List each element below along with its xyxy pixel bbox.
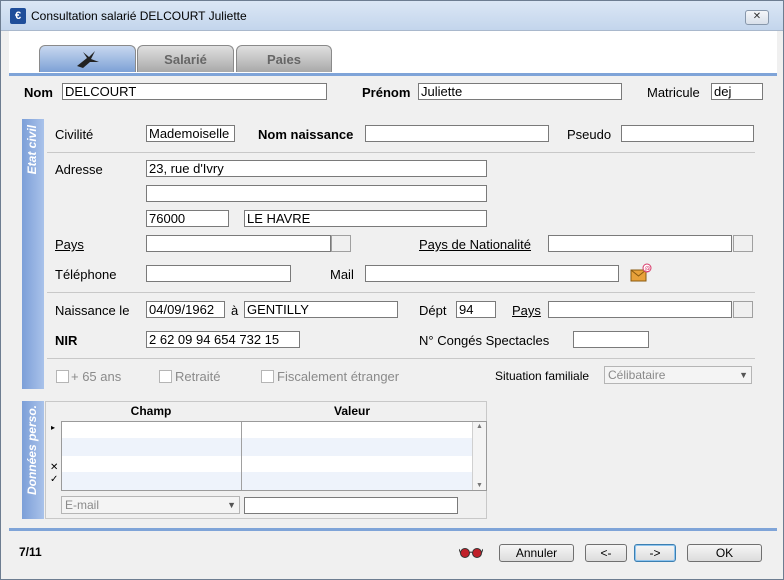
tab-salarie[interactable]: Salarié [137,45,234,72]
separator [47,292,755,293]
nom-naissance-label: Nom naissance [258,127,354,142]
adresse-line2-field[interactable] [146,185,487,202]
nir-label: NIR [55,333,78,348]
pseudo-label: Pseudo [567,127,612,142]
situation-select[interactable]: Célibataire ▼ [604,366,752,384]
matricule-label: Matricule [647,85,700,100]
pays-nationalite-lookup-button[interactable] [733,235,753,252]
record-counter: 7/11 [19,545,42,559]
code-postal-field[interactable]: 76000 [146,210,229,227]
situation-value: Célibataire [608,368,666,382]
pays-link[interactable]: Pays [55,237,84,252]
pseudo-field[interactable] [621,125,754,142]
current-row-icon: ▸ [51,423,56,432]
situation-label: Situation familiale [495,369,590,383]
validate-row-icon[interactable]: ✓ [50,474,58,485]
glasses-icon[interactable] [459,545,483,559]
bottom-bar: 7/11 Annuler <- -> OK [9,528,777,574]
pays-naissance-field[interactable] [548,301,732,318]
retraite-label: Retraité [175,369,221,384]
fiscal-etranger-checkbox[interactable] [261,370,274,383]
tab-bar: Salarié Paies [9,31,777,73]
column-divider [241,422,242,490]
scroll-down-icon[interactable]: ▼ [476,482,483,489]
naissance-lieu-field[interactable]: GENTILLY [244,301,398,318]
bird-icon [76,51,99,68]
pays-naissance-lookup-button[interactable] [733,301,753,318]
matricule-field[interactable]: dej [711,83,763,100]
nom-field[interactable]: DELCOURT [62,83,327,100]
adresse-line1-field[interactable]: 23, rue d'Ivry [146,160,487,177]
main-panel: Nom DELCOURT Prénom Juliette Matricule d… [9,76,777,524]
tab-paies[interactable]: Paies [236,45,332,72]
title-bar: € Consultation salarié DELCOURT Juliette… [1,1,783,31]
etat-civil-sidebar: Etat civil [22,119,44,389]
app-logo-icon: € [10,8,26,24]
adresse-label: Adresse [55,162,103,177]
table-row[interactable] [62,472,472,490]
ville-field[interactable]: LE HAVRE [244,210,487,227]
tab-general[interactable] [39,45,136,72]
civilite-label: Civilité [55,127,94,142]
conges-field[interactable] [573,331,649,348]
nom-label: Nom [24,85,53,100]
prenom-label: Prénom [362,85,411,100]
separator [47,358,755,359]
naissance-date-field[interactable]: 04/09/1962 [146,301,225,318]
pays-field[interactable] [146,235,331,252]
chevron-down-icon: ▼ [739,370,748,380]
dept-label: Dépt [419,303,447,318]
donnees-perso-grid[interactable]: ▲ ▼ [61,421,487,491]
conges-label: N° Congés Spectacles [419,333,550,348]
scroll-up-icon[interactable]: ▲ [476,423,483,430]
pays-nationalite-link[interactable]: Pays de Nationalité [419,237,531,252]
table-row[interactable] [62,438,472,456]
champ-column-header: Champ [130,404,172,418]
employee-window: € Consultation salarié DELCOURT Juliette… [0,0,784,580]
window-title: Consultation salarié DELCOURT Juliette [31,9,247,23]
svg-text:@: @ [645,266,651,273]
civilite-field[interactable]: Mademoiselle [146,125,235,142]
dept-field[interactable]: 94 [456,301,496,318]
separator [47,152,755,153]
mail-field[interactable] [365,265,619,282]
nir-field[interactable]: 2 62 09 94 654 732 15 [146,331,300,348]
send-mail-icon[interactable]: @ [630,263,652,283]
donnees-perso-title: Données perso. [25,405,39,496]
telephone-label: Téléphone [55,267,117,282]
pays-naissance-link[interactable]: Pays [512,303,541,318]
naissance-a-label: à [231,303,239,318]
row-indicator-column: ▸ ✕ ✓ [49,422,60,492]
etat-civil-title: Etat civil [25,125,39,175]
plus-65-label: + 65 ans [71,369,122,384]
valeur-column-header: Valeur [333,404,371,418]
annuler-button[interactable]: Annuler [499,544,574,562]
next-button[interactable]: -> [634,544,676,562]
mail-label: Mail [330,267,354,282]
pays-lookup-button[interactable] [331,235,351,252]
prenom-field[interactable]: Juliette [418,83,622,100]
previous-button[interactable]: <- [585,544,627,562]
ok-button[interactable]: OK [687,544,762,562]
pays-nationalite-field[interactable] [548,235,732,252]
naissance-label: Naissance le [55,303,130,318]
retraite-checkbox[interactable] [159,370,172,383]
grid-scrollbar[interactable]: ▲ ▼ [472,422,486,490]
valeur-field[interactable] [244,497,458,514]
plus-65-checkbox[interactable] [56,370,69,383]
champ-select-value: E-mail [65,498,100,512]
telephone-field[interactable] [146,265,291,282]
donnees-perso-sidebar: Données perso. [22,401,44,519]
nom-naissance-field[interactable] [365,125,549,142]
chevron-down-icon: ▼ [227,500,236,510]
fiscal-etranger-label: Fiscalement étranger [277,369,400,384]
champ-select[interactable]: E-mail ▼ [61,496,240,514]
close-button[interactable]: ✕ [745,10,769,25]
delete-row-icon[interactable]: ✕ [50,462,58,473]
